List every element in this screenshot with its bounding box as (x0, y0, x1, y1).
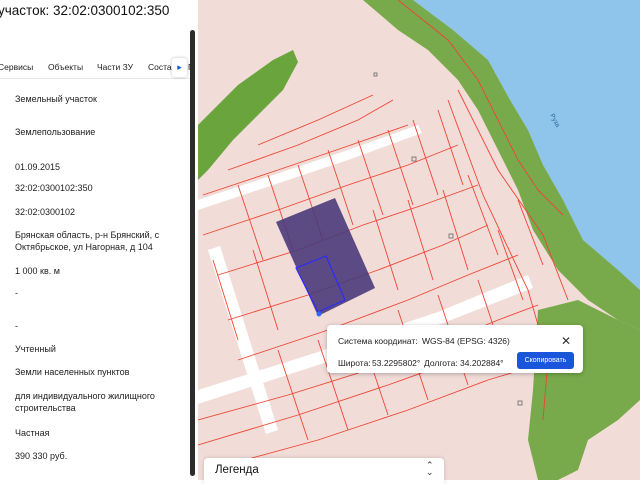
latitude-value: 53.2295802° (372, 358, 421, 368)
tab-parts[interactable]: Части ЗУ (97, 62, 133, 72)
map-view[interactable]: Руза (198, 0, 640, 480)
chevron-right-icon: ▸ (177, 62, 182, 72)
longitude-value: 34.202884° (460, 358, 504, 368)
value-status: Учтенный (15, 344, 56, 354)
tab-services[interactable]: Сервисы (0, 62, 33, 72)
panel-scrollbar[interactable] (190, 30, 195, 476)
legend-bar[interactable]: Легенда ⌃ ⌄ (204, 458, 444, 484)
value-empty-2: - (15, 321, 18, 331)
value-object-type: Земельный участок (15, 94, 97, 104)
legend-label: Легенда (215, 464, 259, 476)
panel-title: участок: 32:02:0300102:350 (0, 3, 170, 18)
value-subtype: Землепользование (15, 127, 96, 137)
value-permitted-use: для индивидуального жилищного строительс… (15, 391, 155, 413)
longitude-label: Долгота: (424, 358, 458, 368)
selected-point-marker (316, 311, 322, 317)
close-icon[interactable]: ✕ (561, 334, 571, 348)
tab-composition[interactable]: Соста (148, 62, 172, 72)
value-empty-1: - (15, 288, 18, 298)
coord-system-value: WGS-84 (EPSG: 4326) (422, 336, 510, 346)
value-area: 1 000 кв. м (15, 266, 60, 276)
tab-objects[interactable]: Объекты (48, 62, 83, 72)
value-date: 01.09.2015 (15, 162, 61, 172)
value-land-category: Земли населенных пунктов (15, 367, 130, 377)
tabs-scroll-right-button[interactable]: ▸ (172, 58, 187, 77)
latitude-label: Широта: (338, 358, 371, 368)
map-canvas: Руза (198, 0, 640, 480)
copy-button[interactable]: Скопировать (517, 352, 574, 369)
value-cadastral-cost: 390 330 руб. (15, 451, 68, 461)
expand-collapse-icon[interactable]: ⌃ ⌄ (426, 461, 434, 477)
value-quarter: 32:02:0300102 (15, 207, 76, 217)
value-ownership: Частная (15, 428, 50, 438)
value-address: Брянская область, р-н Брянский, с Октябр… (15, 230, 160, 252)
tab-bar: Сервисы Объекты Части ЗУ Соста Г (0, 56, 193, 79)
coord-system-label: Система координат: (338, 336, 418, 346)
value-cadastral-number: 32:02:0300102:350 (15, 183, 93, 193)
coordinate-popup: Система координат: WGS-84 (EPSG: 4326) Ш… (327, 325, 583, 373)
info-panel: участок: 32:02:0300102:350 Сервисы Объек… (0, 0, 197, 480)
